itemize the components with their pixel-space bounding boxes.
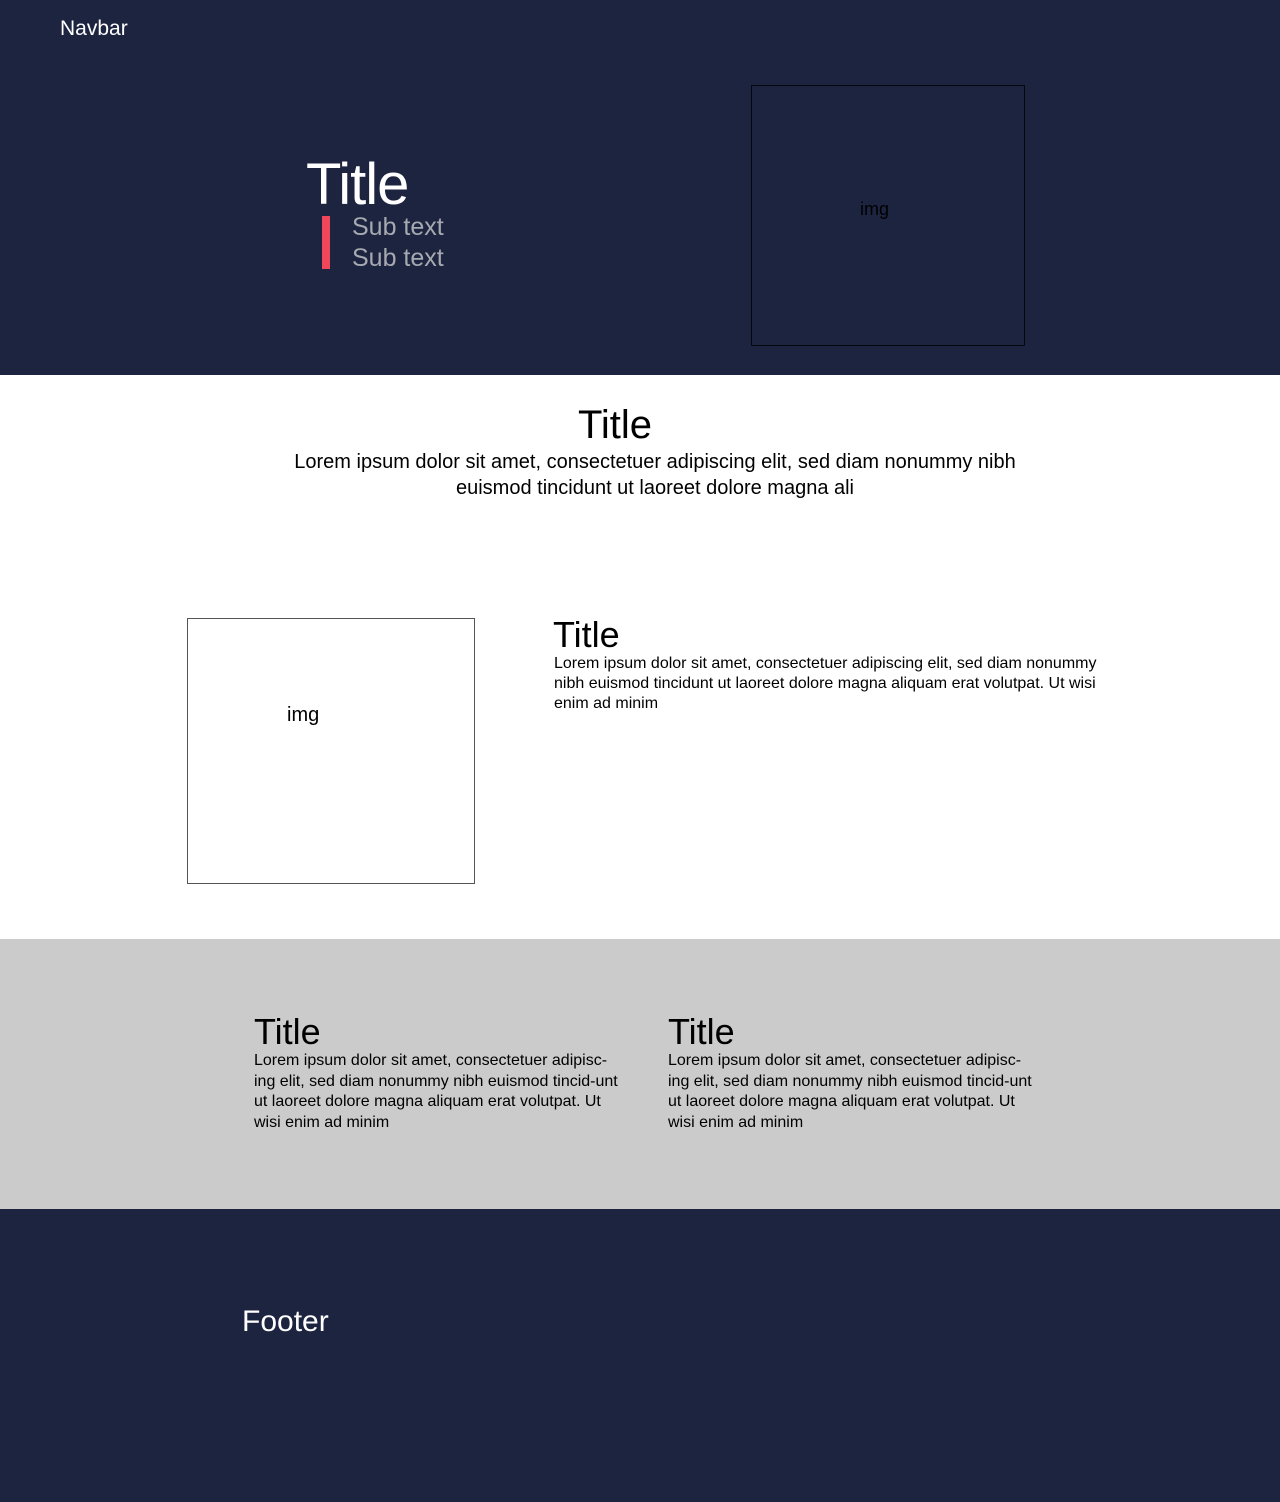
column-2-body: Lorem ipsum dolor sit amet, consectetuer… (668, 1052, 1032, 1131)
footer: Footer (0, 1209, 1280, 1502)
column-1-title: Title (254, 1011, 321, 1052)
hero-image-placeholder: img (751, 85, 1025, 346)
hero-subtext-2: Sub text (352, 244, 444, 272)
hero-subtext-1: Sub text (352, 213, 444, 241)
feature-image-label: img (287, 704, 320, 726)
navbar[interactable]: Navbar (60, 16, 128, 42)
hero-title: Title (306, 152, 409, 217)
page: Navbar Title Sub text Sub text img Title… (0, 0, 1280, 1502)
footer-label: Footer (242, 1305, 329, 1338)
intro-title: Title (577, 403, 653, 447)
intro-section: Title Lorem ipsum dolor sit amet, consec… (0, 375, 1280, 939)
hero-section: Navbar Title Sub text Sub text img (0, 0, 1280, 375)
column-2-title: Title (668, 1011, 735, 1052)
hero-image-label: img (860, 199, 890, 219)
feature-title: Title (553, 614, 620, 655)
columns-section: Title Lorem ipsum dolor sit amet, consec… (0, 939, 1280, 1209)
hero-accent-bar (322, 216, 330, 269)
column-1-body: Lorem ipsum dolor sit amet, consectetuer… (254, 1052, 618, 1131)
intro-body: Lorem ipsum dolor sit amet, consectetuer… (294, 451, 1016, 499)
feature-body: Lorem ipsum dolor sit amet, consectetuer… (554, 655, 1097, 712)
feature-image-placeholder: img (187, 618, 475, 884)
